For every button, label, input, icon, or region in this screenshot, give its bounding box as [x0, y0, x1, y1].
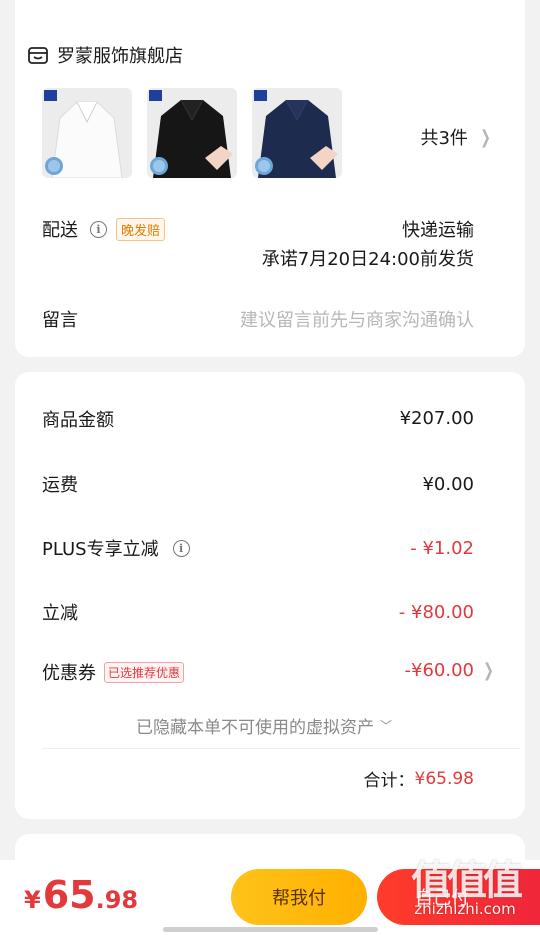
total-row: 合计： ¥65.98 — [363, 766, 474, 792]
coupon-value[interactable]: -¥60.00 — [405, 660, 474, 681]
plus-discount-label: PLUS专享立减 — [42, 539, 159, 560]
instant-discount-label: 立减 — [42, 603, 78, 624]
coupon-recommended-tag: 已选推荐优惠 — [104, 661, 185, 683]
price-summary-card — [15, 372, 525, 819]
product-count-label: 共3件 — [420, 128, 468, 149]
store-header[interactable]: 罗蒙服饰旗舰店 — [27, 42, 183, 68]
store-icon — [27, 45, 49, 65]
delivery-promise: 承诺7月20日24:00前发货 — [261, 249, 474, 270]
message-label: 留言 — [42, 310, 78, 331]
home-indicator[interactable] — [163, 927, 378, 932]
goods-amount-value: ¥207.00 — [399, 408, 474, 429]
plus-discount-row: PLUS专享立减 i — [42, 535, 190, 561]
payable-integer: 65 — [42, 873, 96, 917]
shipping-fee-label: 运费 — [42, 475, 78, 496]
total-value: ¥65.98 — [414, 768, 474, 789]
payable-decimal: .98 — [95, 886, 139, 914]
message-input[interactable]: 建议留言前先与商家沟通确认 — [240, 306, 474, 332]
help-me-pay-button[interactable]: 帮我付 — [231, 869, 367, 925]
shipping-fee-value: ¥0.00 — [422, 474, 474, 495]
goods-amount-label: 商品金额 — [42, 410, 114, 431]
delivery-label: 配送 — [42, 220, 78, 241]
coupon-label: 优惠券 — [42, 663, 96, 684]
coupon-row[interactable]: 优惠券 已选推荐优惠 — [42, 659, 185, 685]
help-me-pay-label: 帮我付 — [272, 888, 326, 909]
info-icon[interactable]: i — [90, 220, 107, 238]
store-name: 罗蒙服饰旗舰店 — [57, 46, 183, 67]
payable-amount: ¥ 65 .98 — [24, 873, 138, 917]
plus-discount-value: - ¥1.02 — [410, 538, 474, 559]
chevron-right-icon: ❯ — [480, 126, 491, 148]
chevron-down-icon: ﹀ — [380, 719, 393, 733]
payable-currency: ¥ — [24, 886, 41, 914]
summary-divider — [42, 748, 520, 749]
watermark-logo: 值值值 — [411, 858, 523, 904]
chevron-right-icon[interactable]: ❯ — [483, 660, 494, 681]
delivery-method[interactable]: 快递运输 — [402, 216, 474, 242]
watermark: 值值值 zhizhizhi.com — [390, 848, 540, 928]
product-count[interactable]: 共3件 ❯ — [420, 124, 493, 150]
hidden-assets-note: 已隐藏本单不可使用的虚拟资产 — [136, 718, 374, 738]
product-thumb-white[interactable] — [42, 88, 132, 178]
total-label: 合计： — [363, 771, 415, 791]
info-icon[interactable]: i — [172, 539, 190, 557]
late-compensation-tag: 晚发赔 — [116, 217, 166, 241]
product-thumb-black[interactable] — [147, 88, 237, 178]
product-thumb-navy[interactable] — [252, 88, 342, 178]
delivery-row: 配送 i 晚发赔 — [42, 216, 166, 242]
hidden-assets-toggle[interactable]: 已隐藏本单不可使用的虚拟资产 ﹀ — [136, 713, 392, 738]
instant-discount-value: - ¥80.00 — [398, 602, 474, 623]
